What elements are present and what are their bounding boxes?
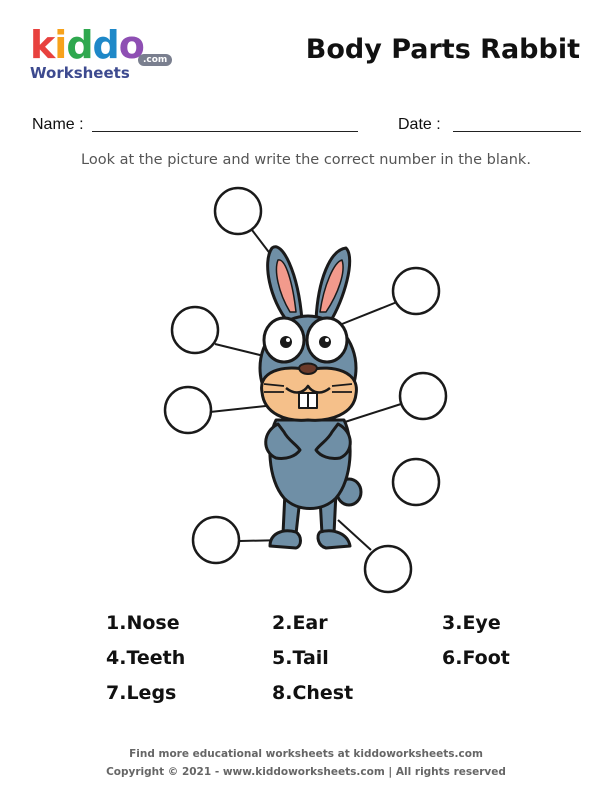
word-number: 6. bbox=[442, 647, 463, 669]
teeth bbox=[298, 392, 318, 409]
word-number: 2. bbox=[272, 612, 293, 634]
answer-circle-ear bbox=[213, 186, 263, 236]
word-bank-item: 5.Tail bbox=[272, 647, 329, 669]
right-eye bbox=[305, 316, 349, 364]
answer-circle-nose bbox=[170, 305, 220, 355]
word-label: Ear bbox=[292, 612, 328, 634]
left-foot bbox=[268, 529, 302, 550]
tail bbox=[335, 477, 363, 507]
left-leg bbox=[281, 490, 302, 536]
word-label: Foot bbox=[462, 647, 510, 669]
instruction-text: Look at the picture and write the correc… bbox=[81, 152, 531, 168]
word-label: Nose bbox=[126, 612, 180, 634]
body bbox=[268, 418, 352, 510]
right-leg bbox=[318, 490, 338, 536]
word-number: 4. bbox=[106, 647, 127, 669]
right-arm bbox=[314, 422, 352, 460]
right-pupil bbox=[319, 336, 331, 348]
word-number: 3. bbox=[442, 612, 463, 634]
right-foot bbox=[316, 529, 352, 550]
head bbox=[258, 314, 358, 422]
logo-letter: i bbox=[54, 23, 67, 67]
word-label: Chest bbox=[292, 682, 354, 704]
nose bbox=[298, 362, 318, 375]
word-number: 5. bbox=[272, 647, 293, 669]
logo-com-badge: .com bbox=[138, 54, 173, 66]
word-number: 1. bbox=[106, 612, 127, 634]
page-title: Body Parts Rabbit bbox=[305, 34, 580, 65]
logo-worksheets-text: Worksheets bbox=[30, 64, 130, 82]
logo-letter: k bbox=[30, 23, 55, 67]
word-bank-item: 2.Ear bbox=[272, 612, 328, 634]
answer-circle-chest bbox=[398, 371, 448, 421]
right-inner-ear bbox=[319, 259, 344, 313]
word-bank-item: 1.Nose bbox=[106, 612, 180, 634]
logo-letter: d bbox=[92, 23, 120, 67]
rabbit-diagram bbox=[163, 186, 448, 594]
whiskers bbox=[263, 383, 353, 393]
answer-circle-teeth bbox=[163, 385, 213, 435]
word-bank-item: 3.Eye bbox=[442, 612, 501, 634]
kiddo-logo: kiddo Worksheets .com bbox=[30, 26, 180, 86]
left-arm bbox=[264, 422, 302, 460]
answer-circle-tail bbox=[391, 457, 441, 507]
word-number: 7. bbox=[106, 682, 127, 704]
logo-letter: d bbox=[66, 23, 93, 67]
name-blank[interactable] bbox=[92, 131, 358, 132]
word-label: Legs bbox=[126, 682, 177, 704]
muzzle bbox=[260, 366, 358, 422]
footer-promo: Find more educational worksheets at kidd… bbox=[129, 748, 483, 760]
word-label: Teeth bbox=[126, 647, 186, 669]
word-bank-item: 6.Foot bbox=[442, 647, 510, 669]
word-label: Eye bbox=[462, 612, 501, 634]
answer-circle-eye bbox=[391, 266, 441, 316]
left-ear bbox=[266, 245, 304, 324]
word-label: Tail bbox=[292, 647, 329, 669]
left-eye bbox=[262, 316, 306, 364]
word-number: 8. bbox=[272, 682, 293, 704]
mouth bbox=[285, 384, 331, 394]
left-inner-ear bbox=[275, 259, 297, 313]
answer-circle-foot bbox=[363, 544, 413, 594]
word-bank-item: 4.Teeth bbox=[106, 647, 185, 669]
leader-lines bbox=[209, 229, 402, 551]
name-label: Name : bbox=[32, 116, 84, 133]
rabbit-illustration bbox=[258, 245, 363, 550]
footer-copyright: Copyright © 2021 - www.kiddoworksheets.c… bbox=[106, 766, 506, 778]
date-label: Date : bbox=[398, 116, 441, 133]
date-blank[interactable] bbox=[453, 131, 581, 132]
word-bank-item: 7.Legs bbox=[106, 682, 176, 704]
answer-circle-legs bbox=[191, 515, 241, 565]
left-pupil bbox=[280, 336, 292, 348]
word-bank-item: 8.Chest bbox=[272, 682, 353, 704]
right-ear bbox=[314, 246, 352, 324]
